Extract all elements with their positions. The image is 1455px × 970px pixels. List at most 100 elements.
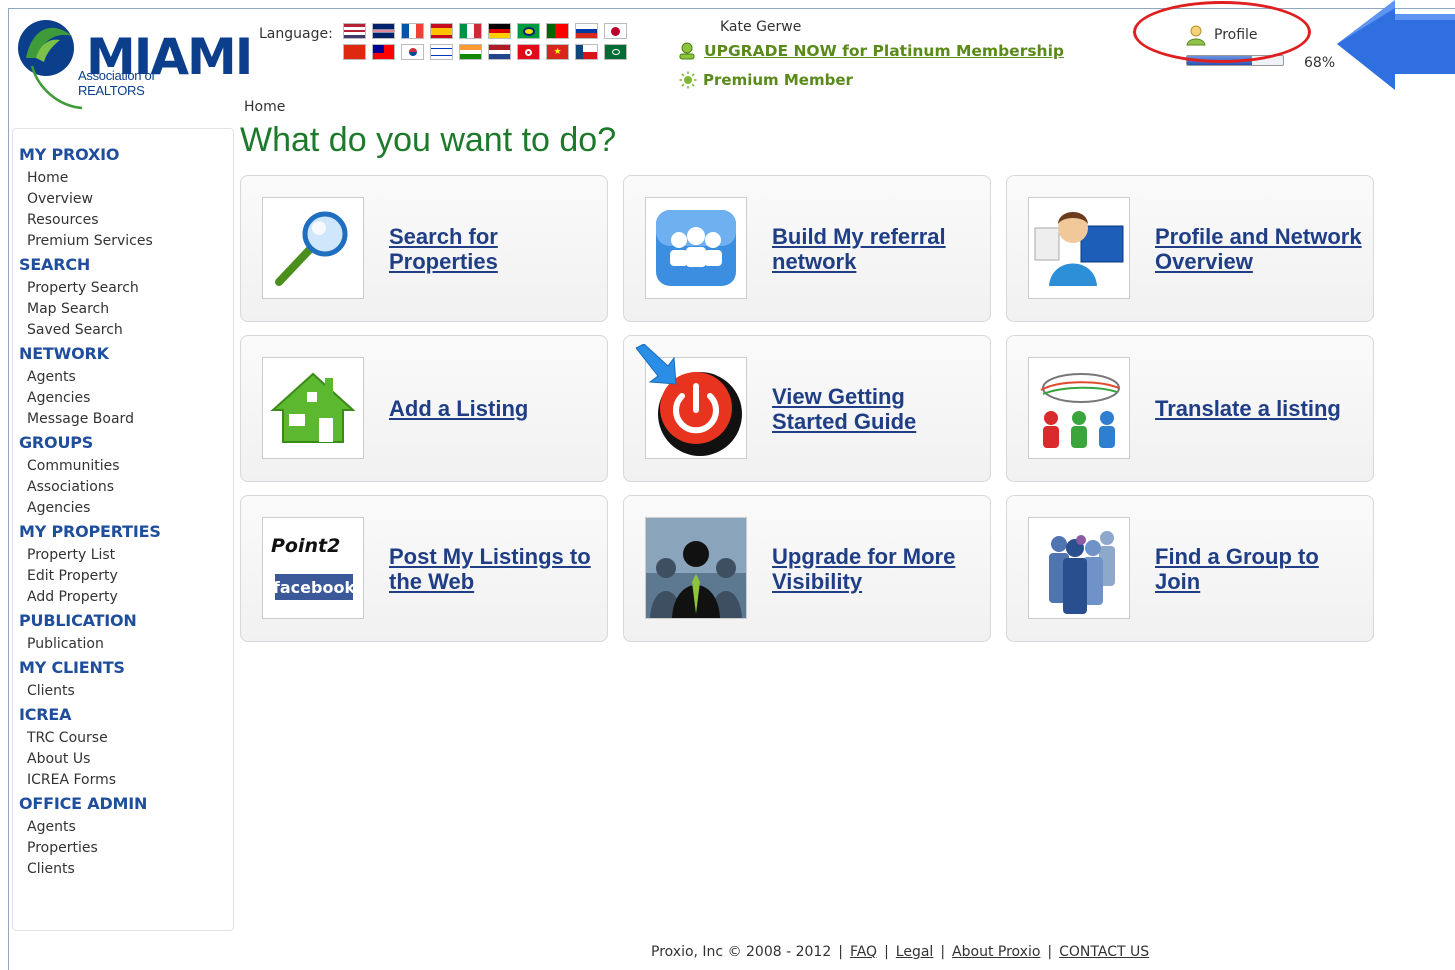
spain-flag[interactable] — [430, 23, 453, 39]
netherlands-flag[interactable] — [488, 44, 511, 60]
footer-legal-link[interactable]: Legal — [896, 944, 934, 960]
footer-contact-link[interactable]: CONTACT US — [1059, 944, 1149, 960]
footer-about-link[interactable]: About Proxio — [952, 944, 1040, 960]
tile-build-referral-network[interactable]: Build My referral network — [623, 175, 991, 322]
sidebar-group: SEARCH Property Search Map Search Saved Sea… — [19, 255, 233, 341]
sidebar-heading[interactable]: GROUPS — [19, 433, 233, 452]
upgrade-link[interactable]: UPGRADE NOW for Platinum Membership — [704, 42, 1064, 60]
footer-separator: | — [838, 944, 843, 960]
tile-link[interactable]: Build My referral network — [772, 224, 982, 274]
sidebar-heading[interactable]: ICREA — [19, 705, 233, 724]
member-badge-icon — [679, 42, 695, 60]
japan-flag[interactable] — [604, 23, 627, 39]
us-flag[interactable] — [343, 23, 366, 39]
footer-copyright: Proxio, Inc © 2008 - 2012 — [651, 944, 832, 960]
tile-getting-started-guide[interactable]: View Getting Started Guide — [623, 335, 991, 482]
sidebar-group: NETWORK Agents Agencies Message Board — [19, 344, 233, 430]
sidebar-item[interactable]: Agencies — [19, 498, 233, 519]
sidebar-item[interactable]: Agents — [19, 367, 233, 388]
sidebar-group: GROUPS Communities Associations Agencies — [19, 433, 233, 519]
tile-find-group[interactable]: Find a Group to Join — [1006, 495, 1374, 642]
sidebar-item[interactable]: Agencies — [19, 388, 233, 409]
people-network-icon[interactable] — [645, 197, 747, 299]
house-icon[interactable] — [262, 357, 364, 459]
korea-flag[interactable] — [401, 44, 424, 60]
point2-facebook-icon[interactable]: Point2 facebook — [262, 517, 364, 619]
businessman-icon[interactable] — [645, 517, 747, 619]
sidebar-heading[interactable]: OFFICE ADMIN — [19, 794, 233, 813]
group-people-icon[interactable] — [1028, 517, 1130, 619]
user-name: Kate Gerwe — [720, 19, 802, 35]
sidebar-item[interactable]: Overview — [19, 189, 233, 210]
magnifier-icon[interactable] — [262, 197, 364, 299]
czech-flag[interactable] — [575, 44, 598, 60]
sidebar-item[interactable]: Agents — [19, 817, 233, 838]
translate-people-icon[interactable] — [1028, 357, 1130, 459]
language-label: Language: — [259, 26, 333, 42]
tile-link[interactable]: Find a Group to Join — [1155, 544, 1365, 594]
sidebar-item[interactable]: Properties — [19, 838, 233, 859]
brazil-flag[interactable] — [517, 23, 540, 39]
sidebar-item[interactable]: Premium Services — [19, 231, 233, 252]
tile-upgrade-visibility[interactable]: Upgrade for More Visibility — [623, 495, 991, 642]
sidebar-group: MY PROPERTIES Property List Edit Property A… — [19, 522, 233, 608]
tile-link[interactable]: Translate a listing — [1155, 396, 1341, 421]
sidebar-group: MY CLIENTS Clients — [19, 658, 233, 702]
logo-subtitle: Association of REALTORS — [78, 68, 155, 98]
tile-profile-network-overview[interactable]: Profile and Network Overview — [1006, 175, 1374, 322]
sidebar-group: MY PROXIO Home Overview Resources Premium Se… — [19, 145, 233, 252]
tile-link[interactable]: Add a Listing — [389, 396, 528, 421]
sidebar-heading[interactable]: MY PROPERTIES — [19, 522, 233, 541]
sidebar-heading[interactable]: SEARCH — [19, 255, 233, 274]
pointer-arrow-icon — [1337, 0, 1455, 90]
sidebar-item[interactable]: Property List — [19, 545, 233, 566]
sidebar-item[interactable]: Clients — [19, 859, 233, 880]
tile-link[interactable]: Post My Listings to the Web — [389, 544, 599, 594]
profile-monitor-icon[interactable] — [1028, 197, 1130, 299]
sidebar-item[interactable]: Associations — [19, 477, 233, 498]
sidebar-item[interactable]: Clients — [19, 681, 233, 702]
sidebar-heading[interactable]: PUBLICATION — [19, 611, 233, 630]
breadcrumb[interactable]: Home — [244, 99, 285, 115]
china-flag[interactable] — [343, 44, 366, 60]
sidebar-item[interactable]: TRC Course — [19, 728, 233, 749]
footer-faq-link[interactable]: FAQ — [850, 944, 877, 960]
tile-link[interactable]: Upgrade for More Visibility — [772, 544, 982, 594]
india-flag[interactable] — [459, 44, 482, 60]
sidebar-heading[interactable]: NETWORK — [19, 344, 233, 363]
sidebar-item[interactable]: Publication — [19, 634, 233, 655]
tile-search-properties[interactable]: Search for Properties — [240, 175, 608, 322]
turkey-flag[interactable] — [517, 44, 540, 60]
sidebar-item[interactable]: Saved Search — [19, 320, 233, 341]
tile-add-listing[interactable]: Add a Listing — [240, 335, 608, 482]
tile-link[interactable]: Search for Properties — [389, 224, 599, 274]
tile-post-listings-web[interactable]: Point2 facebook Post My Listings to the … — [240, 495, 608, 642]
sidebar-heading[interactable]: MY PROXIO — [19, 145, 233, 164]
tile-translate-listing[interactable]: Translate a listing — [1006, 335, 1374, 482]
france-flag[interactable] — [401, 23, 424, 39]
sidebar-item[interactable]: About Us — [19, 749, 233, 770]
miami-realtors-logo[interactable]: MIAMI Association of REALTORS — [14, 18, 253, 110]
tile-link[interactable]: View Getting Started Guide — [772, 384, 982, 434]
uk-flag[interactable] — [372, 23, 395, 39]
tile-link[interactable]: Profile and Network Overview — [1155, 224, 1365, 274]
russia-flag[interactable] — [575, 23, 598, 39]
sidebar-item[interactable]: Edit Property — [19, 566, 233, 587]
sidebar-item[interactable]: Resources — [19, 210, 233, 231]
arrow-indicator-icon — [636, 344, 677, 385]
sidebar-item[interactable]: Add Property — [19, 587, 233, 608]
italy-flag[interactable] — [459, 23, 482, 39]
vietnam-flag[interactable]: ★ — [546, 44, 569, 60]
israel-flag[interactable] — [430, 44, 453, 60]
saudi-flag[interactable] — [604, 44, 627, 60]
sidebar-item[interactable]: Message Board — [19, 409, 233, 430]
portugal-flag[interactable] — [546, 23, 569, 39]
sidebar-item[interactable]: ICREA Forms — [19, 770, 233, 791]
taiwan-flag[interactable] — [372, 44, 395, 60]
germany-flag[interactable] — [488, 23, 511, 39]
sidebar-item[interactable]: Property Search — [19, 278, 233, 299]
sidebar-item[interactable]: Home — [19, 168, 233, 189]
sidebar-item[interactable]: Map Search — [19, 299, 233, 320]
sidebar-item[interactable]: Communities — [19, 456, 233, 477]
sidebar-heading[interactable]: MY CLIENTS — [19, 658, 233, 677]
